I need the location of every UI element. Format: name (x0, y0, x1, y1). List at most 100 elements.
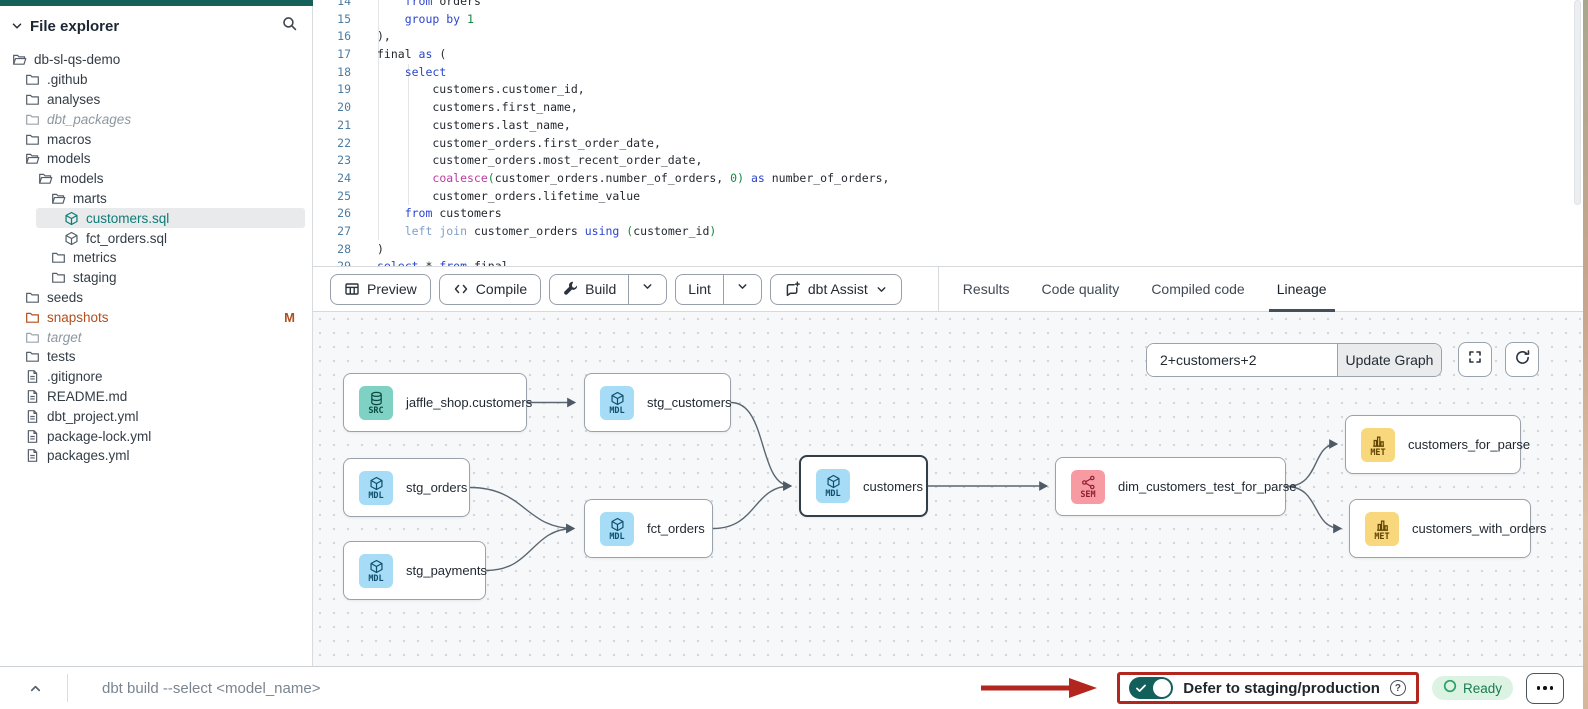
code-text: customers.first_name, (351, 99, 578, 117)
tree-item-analyses[interactable]: analyses (0, 90, 313, 110)
folder-icon (25, 72, 40, 87)
lineage-node-stg_payments[interactable]: MDLstg_payments (343, 541, 486, 600)
code-text: customers.last_name, (351, 117, 571, 135)
tree-item-customers.sql[interactable]: customers.sql (36, 208, 305, 228)
tree-item-label: models (60, 171, 104, 186)
tree-item-macros[interactable]: macros (0, 129, 313, 149)
help-icon[interactable]: ? (1390, 680, 1406, 696)
tree-item-.github[interactable]: .github (0, 70, 313, 90)
share-icon: SEM (1071, 470, 1105, 504)
tree-item-db-sl-qs-demo[interactable]: db-sl-qs-demo (0, 50, 313, 70)
command-bar-divider (67, 674, 68, 702)
code-editor[interactable]: 14 from orders15 group by 116),17final a… (313, 0, 1588, 266)
line-number: 15 (313, 11, 351, 29)
tree-item-marts[interactable]: marts (0, 189, 313, 209)
file-icon (25, 448, 40, 463)
tree-item-packages.yml[interactable]: packages.yml (0, 446, 313, 466)
line-number: 24 (313, 170, 351, 188)
tree-item-target[interactable]: target (0, 327, 313, 347)
code-line: 16), (313, 28, 1588, 46)
selector-input[interactable] (1147, 344, 1337, 376)
lineage-node-customers_with_orders[interactable]: METcustomers_with_orders (1349, 499, 1531, 558)
line-number: 28 (313, 241, 351, 259)
node-selector: Update Graph (1146, 343, 1442, 377)
more-options-button[interactable] (1526, 673, 1564, 704)
node-type-badge: MDL (825, 490, 840, 498)
lint-button[interactable]: Lint (676, 275, 723, 304)
node-type-badge: MDL (368, 492, 383, 500)
tree-item-label: package-lock.yml (47, 429, 151, 444)
dbt-cloud-ide: File explorer db-sl-qs-demo.github analys… (0, 0, 1588, 709)
tree-item-label: dbt_project.yml (47, 409, 139, 424)
code-text: select (351, 64, 446, 82)
lint-dropdown-caret[interactable] (723, 275, 761, 304)
tree-item-seeds[interactable]: seeds (0, 288, 313, 308)
line-number: 29 (313, 258, 351, 266)
file-icon (25, 409, 40, 424)
database-icon: SRC (359, 386, 393, 420)
tab-code-quality[interactable]: Code quality (1041, 266, 1119, 312)
assist-sparkle-icon (784, 281, 801, 298)
code-line: 29select * from final (313, 258, 1588, 266)
editor-scrollbar[interactable] (1574, 0, 1581, 205)
status-controls: Defer to staging/production ? Ready (981, 672, 1588, 704)
tab-lineage[interactable]: Lineage (1277, 266, 1327, 312)
command-bar: dbt build --select <model_name> Defer to… (0, 666, 1588, 709)
lineage-node-customers[interactable]: MDLcustomers (799, 455, 928, 517)
dbt-assist-button[interactable]: dbt Assist (770, 274, 902, 305)
file-explorer-header: File explorer (0, 13, 313, 39)
defer-toggle[interactable] (1129, 677, 1173, 699)
chevron-up-icon[interactable] (28, 681, 43, 696)
search-icon[interactable] (281, 15, 298, 37)
tree-item-models[interactable]: models (0, 169, 313, 189)
tree-item-fct_orders.sql[interactable]: fct_orders.sql (0, 228, 313, 248)
chevron-down-icon (736, 280, 749, 298)
tree-item-dbt_project.yml[interactable]: dbt_project.yml (0, 406, 313, 426)
fullscreen-icon (1467, 349, 1483, 370)
code-text: from orders (351, 0, 481, 11)
tab-compiled-code[interactable]: Compiled code (1151, 266, 1244, 312)
refresh-button[interactable] (1505, 342, 1539, 377)
tree-item-staging[interactable]: staging (0, 268, 313, 288)
build-dropdown-caret[interactable] (628, 275, 666, 304)
tree-item-label: README.md (47, 389, 127, 404)
line-number: 26 (313, 205, 351, 223)
preview-button[interactable]: Preview (330, 274, 431, 305)
chevron-down-icon[interactable] (10, 19, 24, 33)
modified-badge: M (284, 310, 295, 325)
code-line: 26 from customers (313, 205, 1588, 223)
model-icon: MDL (359, 554, 393, 588)
lineage-graph-pane[interactable]: SRCjaffle_shop.customers MDLstg_customers… (313, 312, 1588, 666)
tree-item-README.md[interactable]: README.md (0, 387, 313, 407)
lineage-node-dim_customers_test_for_parse[interactable]: SEMdim_customers_test_for_parse (1055, 457, 1286, 516)
compile-button[interactable]: Compile (439, 274, 541, 305)
lineage-node-stg_customers[interactable]: MDLstg_customers (584, 373, 731, 432)
tree-item-models[interactable]: models (0, 149, 313, 169)
build-button[interactable]: Build (550, 275, 628, 304)
file-explorer-panel: File explorer db-sl-qs-demo.github analys… (0, 0, 313, 666)
command-input[interactable]: dbt build --select <model_name> (102, 680, 320, 697)
lineage-node-stg_orders[interactable]: MDLstg_orders (343, 458, 470, 517)
folder-icon (25, 132, 40, 147)
lint-split-button: Lint (675, 274, 762, 305)
tree-item-label: analyses (47, 92, 100, 107)
lineage-node-fct_orders[interactable]: MDLfct_orders (584, 499, 713, 558)
node-type-badge: MDL (609, 407, 624, 415)
lineage-node-jaffle_shop.customers[interactable]: SRCjaffle_shop.customers (343, 373, 527, 432)
tab-results[interactable]: Results (963, 266, 1010, 312)
update-graph-button[interactable]: Update Graph (1337, 344, 1441, 376)
fullscreen-button[interactable] (1458, 342, 1492, 377)
file-explorer-title: File explorer (30, 18, 119, 35)
tree-item-snapshots[interactable]: snapshotsM (0, 307, 313, 327)
tree-item-.gitignore[interactable]: .gitignore (0, 367, 313, 387)
folder-icon (25, 92, 40, 107)
ready-circle-icon (1443, 679, 1457, 698)
code-text: customer_orders.most_recent_order_date, (351, 152, 702, 170)
tree-item-tests[interactable]: tests (0, 347, 313, 367)
tree-item-label: customers.sql (86, 211, 169, 226)
tree-item-dbt_packages[interactable]: dbt_packages (0, 109, 313, 129)
tree-item-metrics[interactable]: metrics (0, 248, 313, 268)
tree-item-package-lock.yml[interactable]: package-lock.yml (0, 426, 313, 446)
lineage-node-customers_for_parse[interactable]: METcustomers_for_parse (1345, 415, 1521, 474)
code-line: 20 customers.first_name, (313, 99, 1588, 117)
